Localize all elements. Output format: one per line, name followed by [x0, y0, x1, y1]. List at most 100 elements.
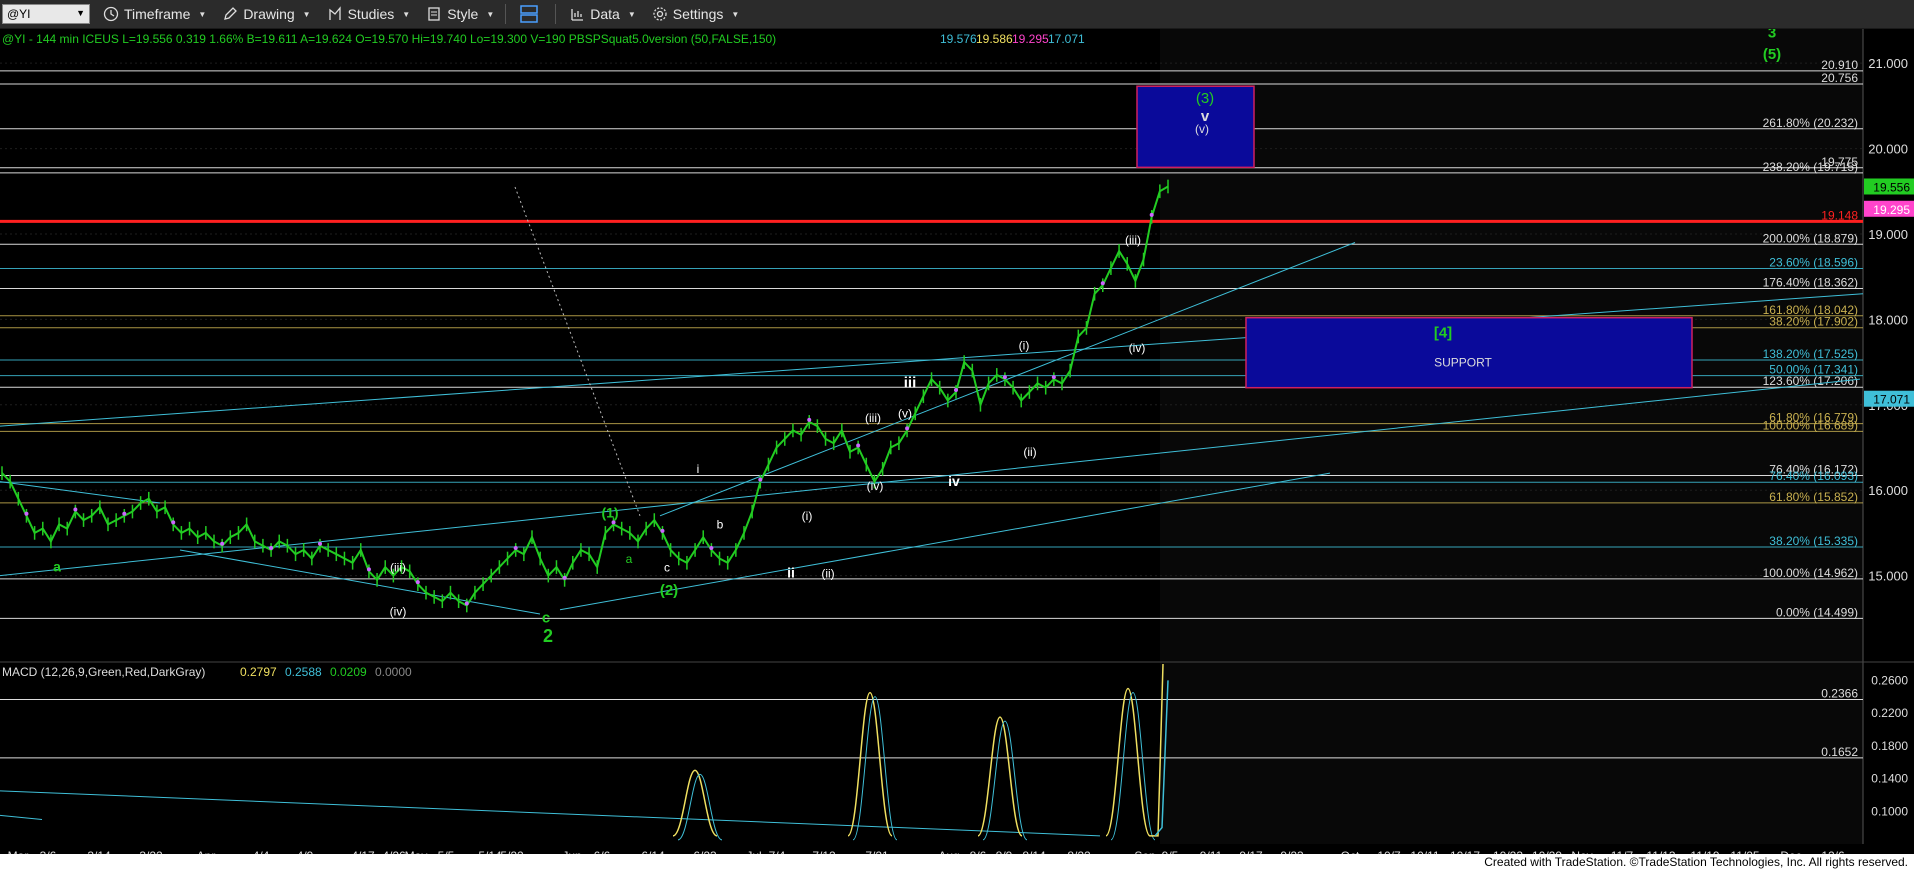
layout-button[interactable]: [516, 2, 547, 26]
wave-label: c: [542, 610, 550, 627]
signal-dot: [1149, 212, 1154, 217]
signal-dot: [73, 507, 78, 512]
signal-dot: [415, 580, 420, 585]
caret-icon: ▼: [402, 9, 411, 19]
fib-level-label: 19.775: [1821, 155, 1858, 169]
caret-icon: ▼: [627, 9, 636, 19]
signal-dot: [905, 426, 910, 431]
caret-icon: ▼: [486, 9, 495, 19]
indicator-value: 19.576: [940, 32, 977, 46]
fib-level-label: 261.80% (20.232): [1763, 116, 1858, 130]
wave-label: (5): [1763, 46, 1781, 63]
wave-label: 2: [543, 626, 553, 646]
signal-dot: [1051, 375, 1056, 380]
price-tick-label: 21.000: [1868, 56, 1908, 71]
wave-label: (v): [898, 407, 912, 421]
toolbar-divider: [505, 4, 507, 24]
indicator-value: 19.295: [1012, 32, 1049, 46]
signal-dot: [171, 520, 176, 525]
settings-label: Settings: [672, 6, 724, 22]
fib-level-label: 100.00% (14.962): [1763, 566, 1858, 580]
price-chart[interactable]: @YI - 144 min ICEUS L=19.556 0.319 1.66%…: [0, 29, 1914, 871]
support-box: [1245, 316, 1693, 389]
gear-icon: [653, 7, 667, 21]
signal-dot: [709, 545, 714, 550]
settings-menu[interactable]: Settings ▼: [649, 2, 743, 26]
signal-dot: [562, 575, 567, 580]
macd-header-text: MACD (12,26,9,Green,Red,DarkGray): [2, 665, 205, 679]
fib-level-label: 38.20% (17.902): [1769, 315, 1858, 329]
macd-level-label: 0.2366: [1821, 687, 1858, 701]
layout-icon: [520, 5, 539, 23]
style-menu[interactable]: Style ▼: [423, 2, 497, 26]
wave-label: a: [626, 552, 633, 566]
macd-value: 0.2797: [240, 665, 277, 679]
macd-value: 0.0000: [375, 665, 412, 679]
wave-label: b: [717, 518, 724, 532]
wave-label: i: [697, 462, 700, 476]
signal-dot: [1100, 281, 1105, 286]
price-tick-label: 19.000: [1868, 227, 1908, 242]
wave-label: 3: [1768, 29, 1776, 42]
fib-level-label: 19.148: [1821, 208, 1858, 222]
drawing-menu[interactable]: Drawing ▼: [219, 2, 313, 26]
drawing-label: Drawing: [243, 6, 295, 22]
signal-dot: [513, 545, 518, 550]
fib-level-label: 176.40% (18.362): [1763, 275, 1858, 289]
data-label: Data: [590, 6, 620, 22]
signal-dot: [758, 477, 763, 482]
toolbar-divider: [555, 4, 557, 24]
studies-menu[interactable]: Studies ▼: [324, 2, 414, 26]
fib-level-label: 0.00% (14.499): [1776, 605, 1858, 619]
fib-level-label: 23.60% (18.596): [1769, 255, 1858, 269]
caret-icon: ▼: [302, 9, 311, 19]
signal-dot: [269, 545, 274, 550]
data-menu[interactable]: Data ▼: [566, 2, 639, 26]
studies-icon: [328, 6, 341, 20]
wave-label: ii: [787, 564, 795, 580]
signal-dot: [954, 387, 958, 392]
wave-label: (iii): [390, 560, 406, 574]
price-tag-label: 17.071: [1873, 393, 1910, 407]
signal-dot: [856, 443, 861, 448]
wave-label: a: [53, 558, 61, 574]
studies-label: Studies: [347, 6, 395, 22]
pencil-icon: [224, 7, 238, 20]
macd-tick-label: 0.2600: [1871, 673, 1908, 687]
toolbar: @YI ▼ Timeframe ▼ Drawing ▼ Studies ▼ St…: [0, 0, 1914, 29]
chevron-down-icon[interactable]: ▼: [76, 8, 85, 18]
wave-label: (1): [601, 505, 618, 521]
indicator-value: 19.586: [976, 32, 1013, 46]
price-tick-label: 15.000: [1868, 569, 1908, 584]
wave-label: (iv): [1129, 341, 1146, 355]
caret-icon: ▼: [198, 9, 207, 19]
macd-tick-label: 0.1000: [1871, 804, 1908, 818]
signal-dot: [220, 541, 225, 546]
wave-label: (v): [1195, 122, 1209, 136]
signal-dot: [807, 417, 812, 422]
signal-dot: [24, 511, 29, 516]
wave-label: (ii): [1023, 445, 1036, 459]
fib-level-label: 20.756: [1821, 71, 1858, 85]
price-tick-label: 20.000: [1868, 142, 1908, 157]
macd-tick-label: 0.2200: [1871, 706, 1908, 720]
copyright-text: Created with TradeStation. ©TradeStation…: [1484, 855, 1908, 869]
symbol-input[interactable]: @YI ▼: [2, 4, 90, 24]
style-label: Style: [447, 6, 479, 22]
chart-header-text: @YI - 144 min ICEUS L=19.556 0.319 1.66%…: [2, 32, 776, 46]
wave-label: (i): [1019, 338, 1030, 352]
support-box-label: [4]: [1434, 325, 1452, 342]
signal-dot: [318, 541, 322, 546]
indicator-value: 17.071: [1048, 32, 1085, 46]
style-icon: [428, 7, 440, 21]
macd-tick-label: 0.1800: [1871, 739, 1908, 753]
fib-level-label: 200.00% (18.879): [1763, 231, 1858, 245]
timeframe-menu[interactable]: Timeframe ▼: [100, 2, 209, 26]
chart-area[interactable]: @YI - 144 min ICEUS L=19.556 0.319 1.66%…: [0, 29, 1914, 871]
macd-value: 0.2588: [285, 665, 322, 679]
wave-label: (iv): [390, 605, 407, 619]
wave-label: iii: [904, 375, 917, 392]
caret-icon: ▼: [731, 9, 740, 19]
footer: Created with TradeStation. ©TradeStation…: [0, 854, 1914, 871]
symbol-value: @YI: [7, 7, 31, 21]
